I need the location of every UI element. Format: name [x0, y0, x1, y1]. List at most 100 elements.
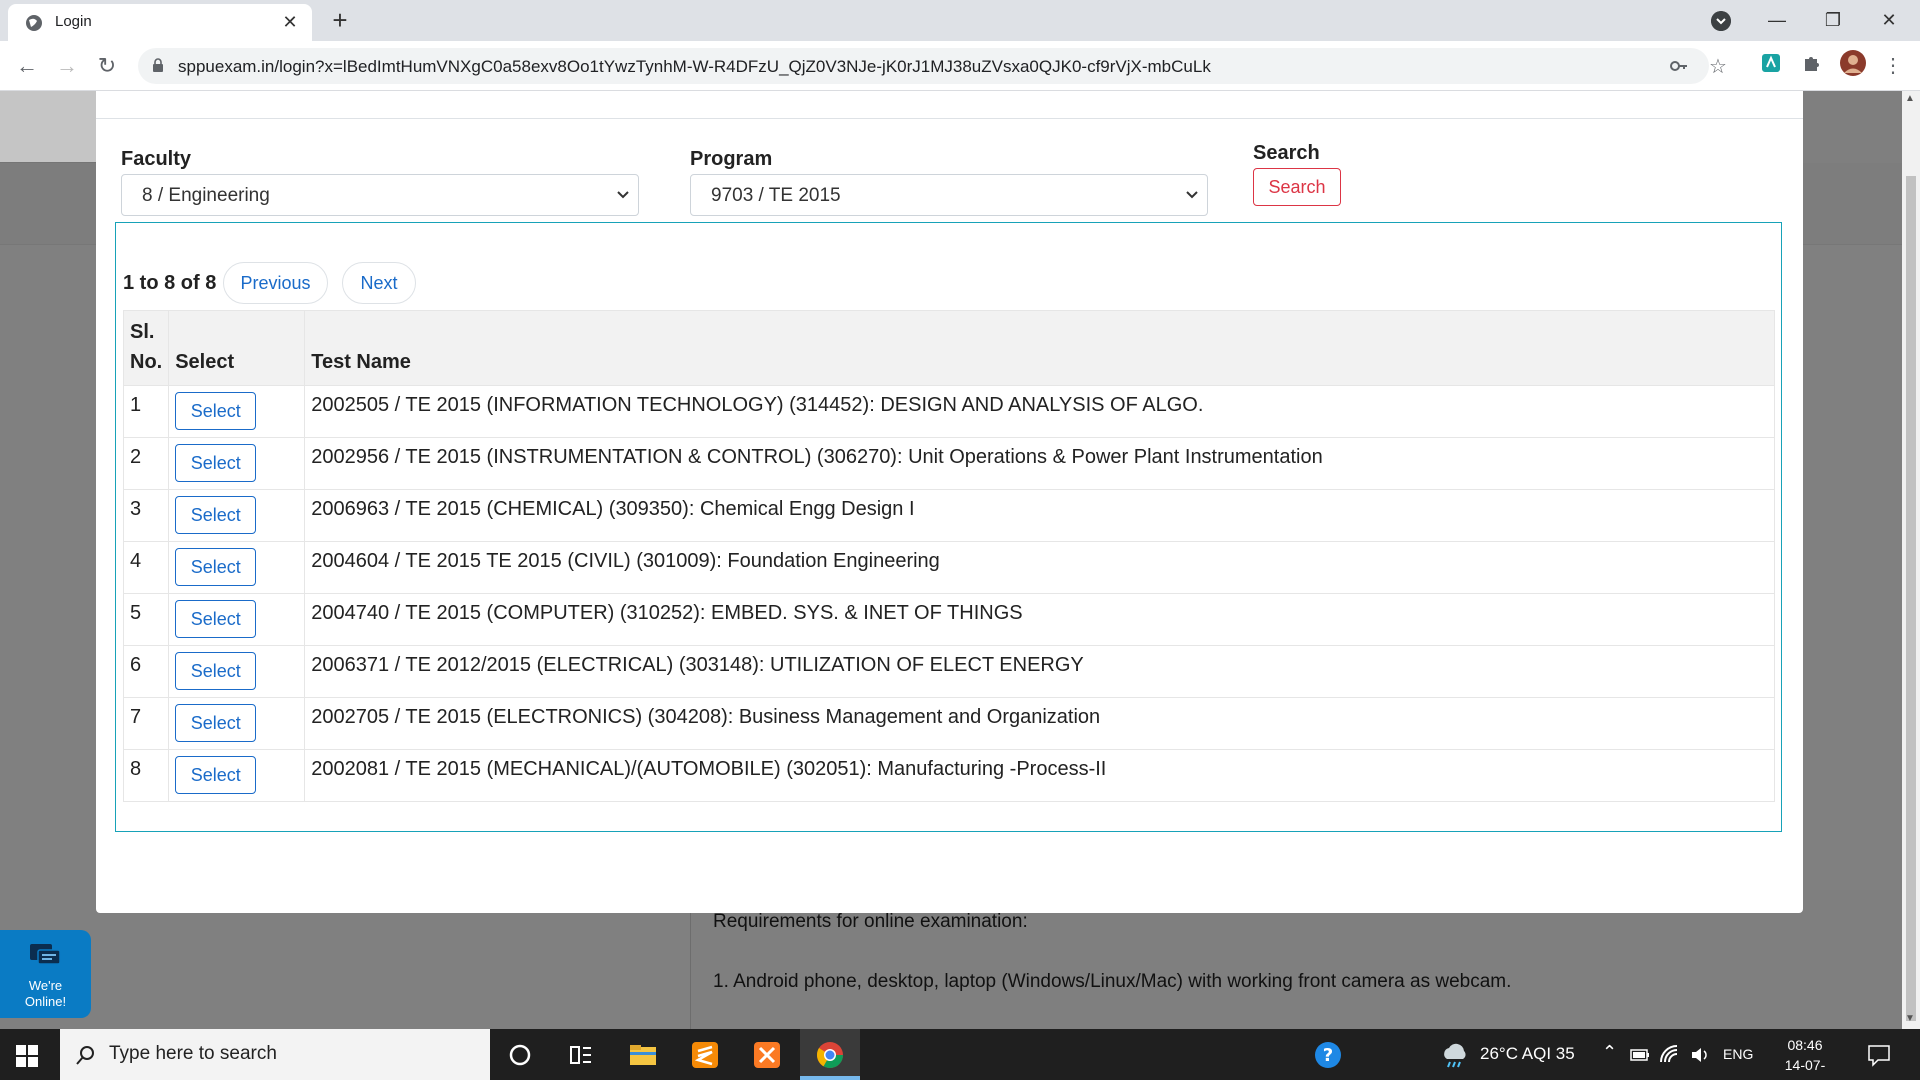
test-name: 2002705 / TE 2015 (ELECTRONICS) (304208)…: [304, 697, 1775, 750]
reload-icon[interactable]: ↻: [92, 51, 122, 81]
maximize-icon[interactable]: ❐: [1811, 4, 1855, 36]
scroll-down-icon[interactable]: ▼: [1905, 1013, 1915, 1024]
chat-line-1: We're: [28, 978, 63, 993]
browser-tab[interactable]: Login ✕: [8, 4, 312, 41]
table-row: 1 Select 2002505 / TE 2015 (INFORMATION TE…: [122, 385, 1775, 438]
program-select[interactable]: 9703 / TE 2015: [690, 174, 1208, 216]
volume-icon[interactable]: [1689, 1044, 1711, 1066]
row-number: 6: [122, 645, 170, 698]
puzzle-icon[interactable]: [1800, 52, 1822, 74]
modal-header: [96, 91, 1803, 119]
requirements-title: Requirements for online examination:: [713, 911, 1028, 932]
file-explorer-icon[interactable]: [627, 1039, 659, 1071]
taskbar-search-placeholder: Type here to search: [109, 1043, 277, 1064]
menu-kebab-icon[interactable]: ⋮: [1878, 51, 1908, 81]
bookmark-star-icon[interactable]: ☆: [1709, 54, 1727, 79]
window-close-icon[interactable]: ✕: [1867, 4, 1911, 36]
row-number: 4: [122, 541, 170, 594]
page-scrollbar[interactable]: ▲ ▼: [1902, 91, 1920, 1029]
minimize-icon[interactable]: —: [1755, 4, 1799, 36]
tests-table: Sl. No. Select Test Name 1 Select 2002505 /…: [122, 310, 1775, 802]
search-button[interactable]: Search: [1253, 168, 1341, 206]
program-label: Program: [690, 148, 773, 170]
cortana-icon[interactable]: [504, 1039, 536, 1071]
windows-start-icon[interactable]: [16, 1045, 38, 1067]
row-number: 8: [122, 749, 170, 802]
extension-icon[interactable]: [1760, 52, 1782, 74]
weather-text[interactable]: 26°C AQI 35: [1480, 1044, 1575, 1064]
col-select: Select: [168, 310, 306, 386]
chrome-icon[interactable]: [814, 1039, 846, 1071]
sublime-text-icon[interactable]: [689, 1039, 721, 1071]
globe-icon: [26, 15, 42, 31]
search-icon: [76, 1046, 94, 1065]
requirement-item: 1. Android phone, desktop, laptop (Windo…: [713, 971, 1512, 992]
test-name: 2004740 / TE 2015 (COMPUTER) (310252): E…: [304, 593, 1775, 646]
table-row: 4 Select 2004604 / TE 2015 TE 2015 (CIVIL)…: [122, 541, 1775, 594]
test-name: 2006371 / TE 2012/2015 (ELECTRICAL) (303…: [304, 645, 1775, 698]
system-clock[interactable]: 08:46 14-07-2021: [1770, 1035, 1840, 1080]
new-tab-button[interactable]: +: [326, 6, 354, 34]
task-view-icon[interactable]: [565, 1039, 597, 1071]
battery-icon[interactable]: [1629, 1044, 1651, 1066]
avatar[interactable]: [1840, 50, 1866, 76]
taskbar-search[interactable]: Type here to search: [60, 1029, 490, 1080]
select-button[interactable]: Select: [175, 444, 257, 482]
select-button[interactable]: Select: [175, 392, 257, 430]
row-number: 2: [122, 437, 170, 490]
program-value: 9703 / TE 2015: [711, 185, 841, 206]
scroll-up-icon[interactable]: ▲: [1905, 93, 1915, 104]
notification-icon[interactable]: [1866, 1042, 1892, 1068]
row-select-cell: Select: [168, 645, 306, 698]
row-select-cell: Select: [168, 541, 306, 594]
taskbar-active-indicator: [800, 1076, 860, 1080]
close-tab-icon[interactable]: ✕: [280, 12, 300, 32]
col-sl-no: Sl. No.: [122, 310, 170, 386]
next-button[interactable]: Next: [342, 262, 416, 304]
row-number: 5: [122, 593, 170, 646]
row-number: 1: [122, 385, 170, 438]
language-indicator[interactable]: ENG: [1723, 1046, 1753, 1062]
row-number: 3: [122, 489, 170, 542]
faculty-select[interactable]: 8 / Engineering: [121, 174, 639, 216]
search-label: Search: [1253, 142, 1320, 164]
col-test-name: Test Name: [304, 310, 1775, 386]
wifi-icon[interactable]: [1659, 1044, 1681, 1066]
select-button[interactable]: Select: [175, 600, 257, 638]
url-text: sppuexam.in/login?x=lBedImtHumVNXgC0a58e…: [178, 57, 1211, 76]
xampp-icon[interactable]: [751, 1039, 783, 1071]
weather-rain-icon[interactable]: [1439, 1039, 1471, 1071]
row-select-cell: Select: [168, 385, 306, 438]
chat-widget[interactable]: We're Online!: [0, 930, 91, 1018]
test-name: 2002505 / TE 2015 (INFORMATION TECHNOLOG…: [304, 385, 1775, 438]
select-button[interactable]: Select: [175, 756, 257, 794]
select-button[interactable]: Select: [175, 704, 257, 742]
table-row: 8 Select 2002081 / TE 2015 (MECHANICAL)/(A…: [122, 749, 1775, 802]
tab-title: Login: [55, 13, 92, 30]
address-bar[interactable]: sppuexam.in/login?x=lBedImtHumVNXgC0a58e…: [138, 48, 1727, 84]
test-name: 2002956 / TE 2015 (INSTRUMENTATION & CON…: [304, 437, 1775, 490]
test-name: 2002081 / TE 2015 (MECHANICAL)/(AUTOMOBI…: [304, 749, 1775, 802]
previous-button[interactable]: Previous: [223, 262, 328, 304]
row-select-cell: Select: [168, 697, 306, 750]
table-row: 6 Select 2006371 / TE 2012/2015 (ELECTRICA…: [122, 645, 1775, 698]
forward-icon[interactable]: →: [52, 51, 82, 81]
browser-tabbar: Login ✕ + — ❐ ✕: [0, 0, 1920, 41]
table-header-row: Sl. No. Select Test Name: [122, 310, 1775, 386]
select-button[interactable]: Select: [175, 548, 257, 586]
row-select-cell: Select: [168, 749, 306, 802]
results-panel: 1 to 8 of 8 Previous Next Sl. No. Select …: [115, 222, 1782, 832]
key-icon[interactable]: [1669, 56, 1689, 76]
test-name: 2004604 / TE 2015 TE 2015 (CIVIL) (30100…: [304, 541, 1775, 594]
back-icon[interactable]: ←: [12, 51, 42, 81]
table-row: 3 Select 2006963 / TE 2015 (CHEMICAL) (309…: [122, 489, 1775, 542]
taskbar: Type here to search ? 26°C AQI 35 ⌃ ENG …: [0, 1029, 1920, 1080]
chevron-down-icon: [1186, 191, 1198, 199]
tab-search-icon[interactable]: [1711, 11, 1731, 31]
select-button[interactable]: Select: [175, 496, 257, 534]
tray-chevron-up-icon[interactable]: ⌃: [1602, 1042, 1617, 1063]
select-button[interactable]: Select: [175, 652, 257, 690]
scrollbar-thumb[interactable]: [1906, 176, 1916, 1021]
test-select-modal: Faculty 8 / Engineering Program 9703 / T…: [96, 91, 1803, 913]
help-icon[interactable]: ?: [1312, 1039, 1344, 1071]
